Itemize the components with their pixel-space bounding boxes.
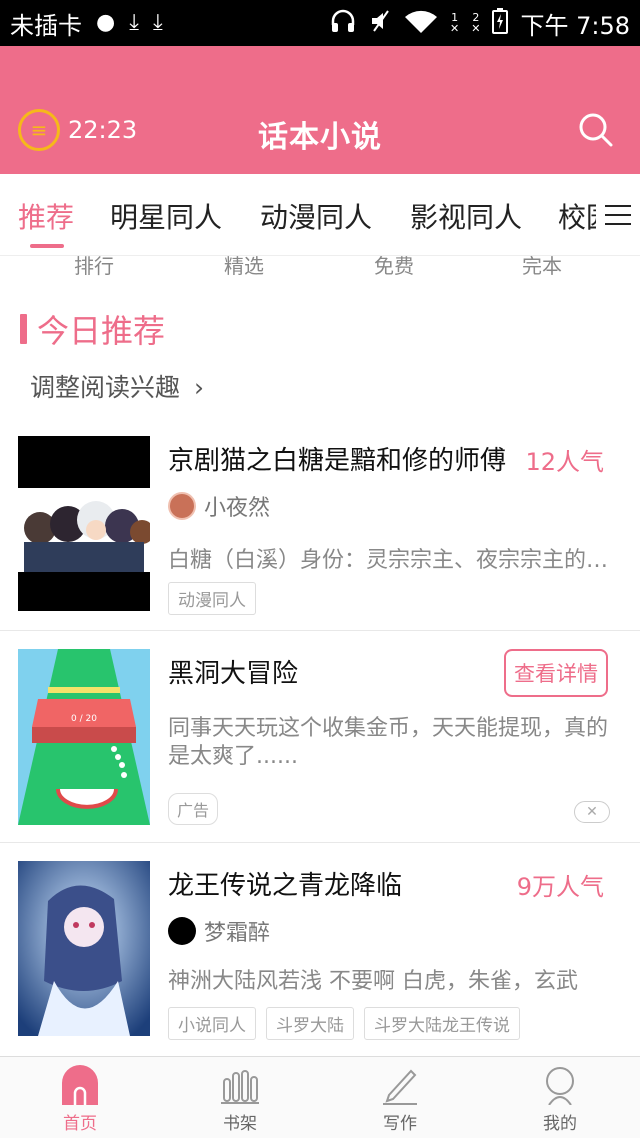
book-tag[interactable]: 动漫同人 xyxy=(168,582,256,615)
book-popularity: 12人气 xyxy=(525,448,604,476)
menu-icon[interactable] xyxy=(596,192,640,238)
book-tags: 动漫同人 xyxy=(168,582,256,615)
book-cover xyxy=(18,436,150,611)
bottom-nav: 首页 书架 写作 我的 xyxy=(0,1056,640,1138)
app-title: 话本小说 xyxy=(258,120,382,155)
status-bar: 未插卡 ● ⤓ ⤓ 1 ✕ 2 ✕ 下午 7:58 xyxy=(0,0,640,46)
clock: 下午 7:58 xyxy=(520,11,630,40)
tab-anime-fanfic[interactable]: 动漫同人 xyxy=(260,196,372,236)
book-title: 京剧猫之白糖是黯和修的师傅 xyxy=(168,446,507,476)
active-tab-indicator xyxy=(30,244,64,248)
ad-thumbnail: 0 / 20 xyxy=(18,649,150,825)
adjust-interest-label: 调整阅读兴趣 xyxy=(30,373,181,402)
close-icon[interactable]: ✕ xyxy=(574,801,610,823)
search-icon[interactable] xyxy=(578,112,614,148)
ad-description: 同事天天玩这个收集金币，天天能提现，真的是太爽了...... xyxy=(168,716,609,769)
nav-label: 书架 xyxy=(223,1114,257,1134)
nav-label: 首页 xyxy=(63,1114,97,1134)
ad-title: 黑洞大冒险 xyxy=(168,659,299,689)
book-author: 梦霜醉 xyxy=(168,915,270,947)
book-description: 神洲大陆风若浅 不要啊 白虎，朱雀，玄武 xyxy=(168,969,578,994)
bookshelf-icon xyxy=(220,1063,260,1107)
book-description: 白糖（白溪）身份：灵宗宗主、夜宗宗主的师傅 xyxy=(168,548,612,573)
book-card[interactable]: 龙王传说之青龙降临 9万人气 梦霜醉 神洲大陆风若浅 不要啊 白虎，朱雀，玄武 … xyxy=(0,843,640,1055)
chevron-right-icon: › xyxy=(193,373,204,402)
book-card[interactable]: 京剧猫之白糖是黯和修的师傅 12人气 小夜然 白糖（白溪）身份：灵宗宗主、夜宗宗… xyxy=(0,420,640,630)
nav-write[interactable]: 写作 xyxy=(320,1057,480,1139)
nav-profile[interactable]: 我的 xyxy=(480,1057,640,1139)
app-bar: ≡ 22:23 话本小说 xyxy=(0,46,640,174)
home-icon xyxy=(60,1063,100,1107)
wifi-icon xyxy=(404,9,438,38)
book-title: 龙王传说之青龙降临 xyxy=(168,871,403,901)
category-tabs: 推荐 明星同人 动漫同人 影视同人 校园 xyxy=(0,174,640,256)
carrier-label: 未插卡 xyxy=(10,11,82,40)
book-author: 小夜然 xyxy=(168,490,270,522)
tab-recommend[interactable]: 推荐 xyxy=(18,196,74,236)
section-heading: 今日推荐 xyxy=(20,306,165,352)
headphones-icon xyxy=(330,9,356,38)
nav-label: 我的 xyxy=(543,1114,577,1134)
download-icon: ⤓ xyxy=(152,10,163,35)
nav-label: 写作 xyxy=(383,1114,417,1134)
subnav-ranking[interactable]: 排行 xyxy=(74,250,114,279)
book-tags: 小说同人 斗罗大陆 斗罗大陆龙王传说 xyxy=(168,1007,520,1040)
nav-bookshelf[interactable]: 书架 xyxy=(160,1057,320,1139)
battery-icon xyxy=(492,7,509,39)
section-title: 今日推荐 xyxy=(37,312,166,350)
sim2-icon: 2 ✕ xyxy=(471,11,481,35)
tab-film-fanfic[interactable]: 影视同人 xyxy=(410,196,522,236)
download-icon: ⤓ xyxy=(129,10,139,35)
sim1-icon: 1 ✕ xyxy=(450,11,460,35)
book-popularity: 9万人气 xyxy=(516,873,604,901)
view-details-button[interactable]: 查看详情 xyxy=(504,649,608,697)
author-name: 小夜然 xyxy=(204,496,271,521)
subnav-completed[interactable]: 完本 xyxy=(522,250,562,279)
avatar xyxy=(168,917,196,945)
book-tag[interactable]: 小说同人 xyxy=(168,1007,256,1040)
ad-card[interactable]: 0 / 20 黑洞大冒险 查看详情 同事天天玩这个收集金币，天天能提现，真的是太… xyxy=(0,631,640,842)
book-tag[interactable]: 斗罗大陆 xyxy=(266,1007,354,1040)
book-tag[interactable]: 斗罗大陆龙王传说 xyxy=(364,1007,520,1040)
ad-badge: 广告 xyxy=(168,793,219,825)
notification-icon: ● xyxy=(96,10,116,35)
nav-home[interactable]: 首页 xyxy=(0,1057,160,1139)
avatar xyxy=(168,492,196,520)
pen-icon xyxy=(380,1063,420,1107)
sub-nav: 排行 精选 免费 完本 xyxy=(0,250,640,280)
book-cover xyxy=(18,861,150,1036)
section-accent-bar xyxy=(20,314,27,344)
subnav-featured[interactable]: 精选 xyxy=(224,250,264,279)
subnav-free[interactable]: 免费 xyxy=(374,250,414,279)
ad-thumb-text: 0 / 20 xyxy=(71,714,97,724)
mute-icon xyxy=(368,9,392,38)
profile-icon xyxy=(540,1063,580,1107)
author-name: 梦霜醉 xyxy=(204,921,271,946)
adjust-interest-link[interactable]: 调整阅读兴趣 › xyxy=(30,368,204,404)
tab-celebrity-fanfic[interactable]: 明星同人 xyxy=(110,196,222,236)
